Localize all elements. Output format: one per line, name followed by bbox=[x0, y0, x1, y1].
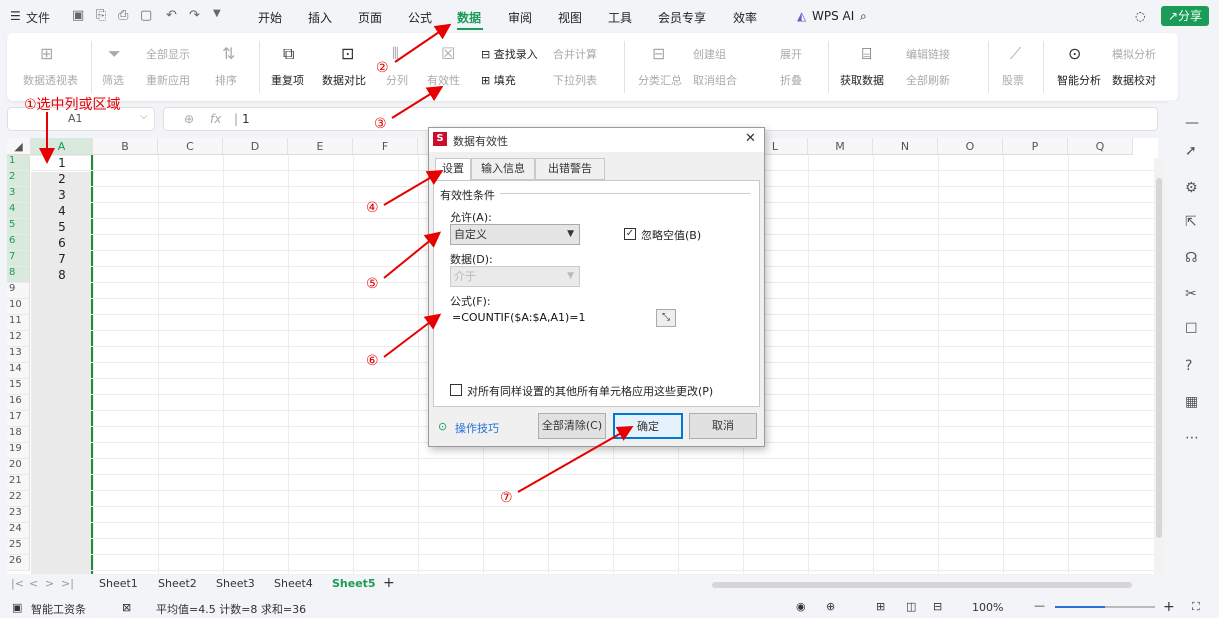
annotation-step-4: ④ bbox=[366, 200, 379, 216]
annotation-step-3: ③ bbox=[374, 116, 387, 132]
annotation-step-2: ② bbox=[376, 60, 389, 76]
annotation-step-7: ⑦ bbox=[500, 490, 513, 506]
annotation-arrows bbox=[39, 23, 634, 493]
arrow-step-5 bbox=[383, 231, 442, 279]
arrow-step-4 bbox=[383, 169, 444, 206]
arrow-step-7 bbox=[517, 426, 634, 493]
arrow-step-2 bbox=[394, 23, 452, 63]
arrow-step-6 bbox=[383, 313, 442, 358]
annotation-step-1: ①选中列或区域 bbox=[24, 97, 121, 113]
annotation-step-6: ⑥ bbox=[366, 353, 379, 369]
arrow-step-3 bbox=[391, 85, 444, 119]
annotation-step-5: ⑤ bbox=[366, 276, 379, 292]
